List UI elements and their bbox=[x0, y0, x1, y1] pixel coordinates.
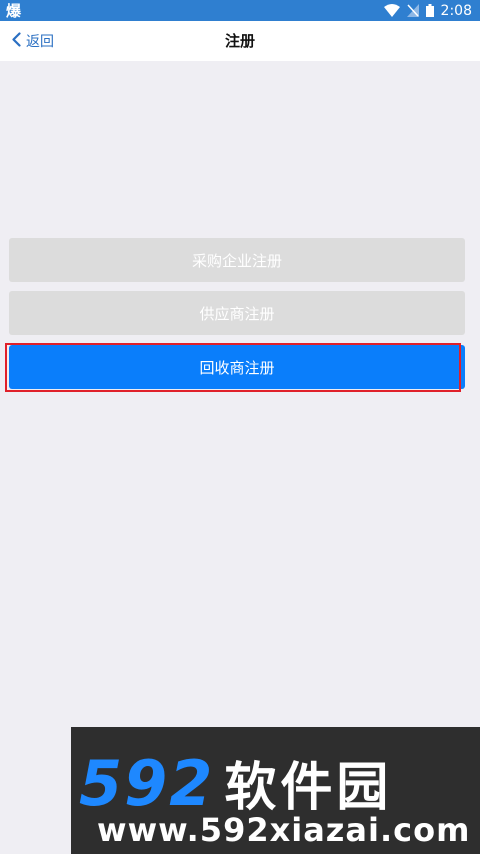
selection-highlight-box bbox=[5, 343, 461, 392]
watermark-logo: 592 软件园 bbox=[79, 745, 392, 820]
navigation-bar: 注册 返回 bbox=[0, 21, 480, 61]
supplier-register-button[interactable]: 供应商注册 bbox=[9, 291, 465, 335]
supplier-register-label: 供应商注册 bbox=[199, 304, 275, 323]
page-title: 注册 bbox=[224, 32, 255, 50]
battery-icon bbox=[425, 4, 434, 17]
back-button[interactable]: 返回 bbox=[12, 21, 54, 61]
watermark-url: www.592xiazai.com bbox=[97, 811, 471, 849]
clock-time: 2:08 bbox=[440, 2, 472, 19]
status-icons: 2:08 bbox=[383, 0, 472, 21]
back-label: 返回 bbox=[26, 34, 54, 50]
watermark-logo-number: 592 bbox=[79, 747, 215, 820]
chevron-left-icon bbox=[12, 31, 26, 51]
wifi-icon bbox=[383, 4, 400, 17]
no-signal-icon bbox=[406, 4, 419, 17]
notification-glyph: 爆 bbox=[6, 2, 22, 20]
watermark-logo-text: 软件园 bbox=[224, 758, 393, 818]
purchase-enterprise-register-button[interactable]: 采购企业注册 bbox=[9, 238, 465, 282]
purchase-enterprise-register-label: 采购企业注册 bbox=[191, 251, 282, 270]
site-watermark: 592 软件园 www.592xiazai.com bbox=[71, 727, 480, 854]
status-bar: 爆 2:08 bbox=[0, 0, 480, 21]
